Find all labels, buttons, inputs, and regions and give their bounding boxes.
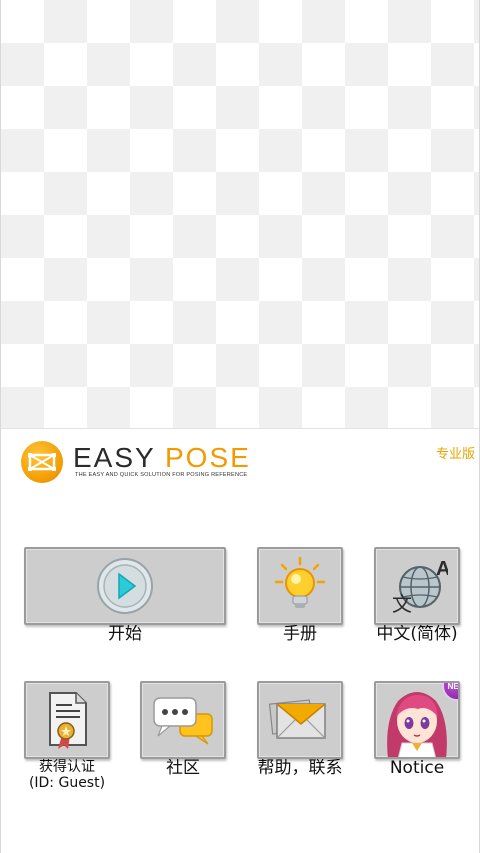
- community-button[interactable]: 社区: [140, 681, 226, 778]
- start-button[interactable]: 开始: [24, 547, 226, 644]
- manual-label: 手册: [283, 624, 317, 644]
- chat-bubbles-icon: [153, 697, 213, 745]
- main-menu-panel: EASY POSE THE EASY AND QUICK SOLUTION FO…: [0, 428, 480, 853]
- notice-button[interactable]: NEW Notice: [374, 681, 460, 778]
- help-contact-label: 帮助，联系: [257, 758, 343, 778]
- logo-icon: [21, 441, 63, 483]
- logo-title: EASY POSE: [73, 443, 251, 473]
- translate-globe-icon: A 文: [392, 558, 448, 616]
- help-contact-tile[interactable]: [257, 681, 343, 759]
- manual-tile[interactable]: [257, 547, 343, 625]
- start-tile[interactable]: [24, 547, 226, 625]
- help-contact-button[interactable]: 帮助，联系: [257, 681, 343, 778]
- pose-preview-canvas[interactable]: [0, 0, 480, 428]
- logo-tagline: THE EASY AND QUICK SOLUTION FOR POSING R…: [75, 472, 248, 478]
- language-tile[interactable]: A 文: [374, 547, 460, 625]
- certify-tile[interactable]: [24, 681, 110, 759]
- logo-title-easy: EASY: [73, 442, 156, 473]
- svg-text:A: A: [436, 558, 448, 580]
- svg-text:文: 文: [392, 592, 412, 616]
- lightbulb-icon: [274, 556, 326, 608]
- certify-label-line2: (ID: Guest): [28, 775, 106, 791]
- pro-version-link[interactable]: 专业版: [436, 443, 475, 462]
- certificate-icon: [49, 692, 87, 749]
- language-label: 中文(简体): [376, 624, 458, 644]
- certify-button[interactable]: 获得认证 (ID: Guest): [24, 681, 110, 791]
- start-label: 开始: [108, 624, 142, 644]
- notice-label: Notice: [389, 758, 445, 778]
- community-label: 社区: [166, 758, 200, 778]
- manual-button[interactable]: 手册: [257, 547, 343, 644]
- easy-pose-logo: EASY POSE THE EASY AND QUICK SOLUTION FO…: [21, 441, 281, 483]
- language-button[interactable]: A 文 中文(简体): [374, 547, 460, 644]
- notice-tile[interactable]: NEW: [374, 681, 460, 759]
- mail-envelope-icon: [268, 699, 326, 739]
- certify-label-line1: 获得认证: [39, 759, 95, 775]
- community-tile[interactable]: [140, 681, 226, 759]
- play-icon: [97, 558, 153, 614]
- logo-title-pose: POSE: [164, 442, 251, 473]
